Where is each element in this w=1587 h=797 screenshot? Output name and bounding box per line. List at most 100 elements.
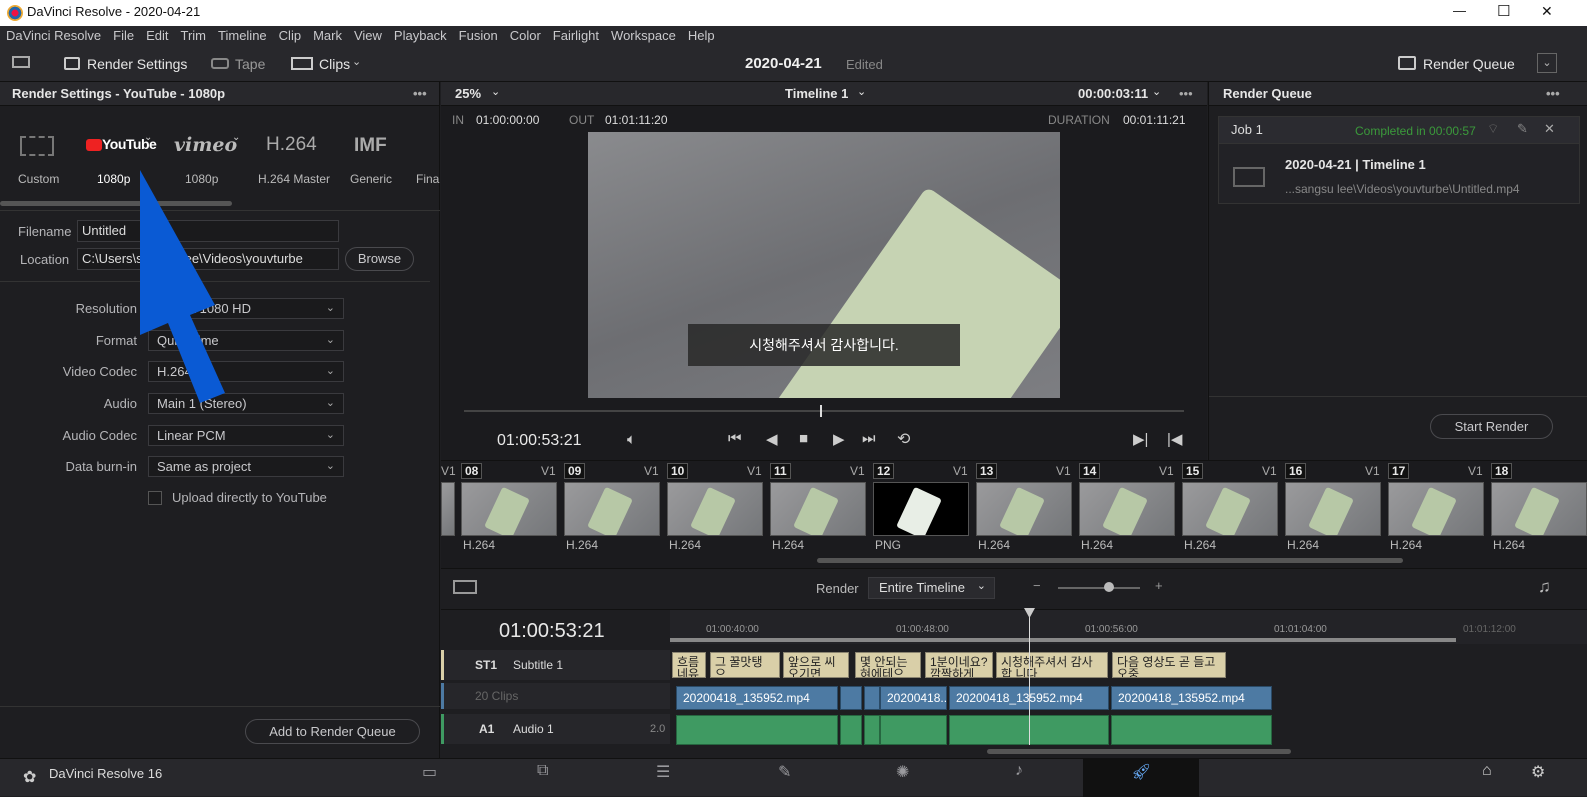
thumbnail-image <box>1514 486 1560 535</box>
clip-thumbnail[interactable] <box>1491 482 1587 536</box>
clip-codec: H.264 <box>566 538 599 552</box>
video-clip[interactable]: 20200418_135952.mp4 <box>676 686 838 710</box>
chevron-down-icon[interactable]: ⌄ <box>144 132 152 143</box>
clip-thumbnail[interactable] <box>461 482 557 536</box>
clip-thumbnail[interactable] <box>667 482 763 536</box>
more-options-icon[interactable]: ••• <box>413 82 427 106</box>
chevron-down-icon: ⌄ <box>325 302 335 314</box>
audio-clip[interactable] <box>840 715 862 745</box>
clip-thumbnail[interactable] <box>1079 482 1175 536</box>
subtitle-clip[interactable]: 흐름 네유기 <box>672 652 706 678</box>
menu-timeline[interactable]: Timeline <box>212 26 273 46</box>
clip-number: 12 <box>873 463 895 479</box>
monitor-icon[interactable] <box>12 56 30 68</box>
clip-thumbnail[interactable] <box>1285 482 1381 536</box>
page-bar: ✿ DaVinci Resolve 16 <box>0 758 1587 797</box>
track-label: V1 <box>644 464 659 478</box>
clip-codec: H.264 <box>463 538 496 552</box>
data-burn-in-dropdown[interactable]: Same as project ⌄ <box>148 456 344 477</box>
menu-view[interactable]: View <box>348 26 388 46</box>
timeline-playhead[interactable] <box>1029 611 1030 745</box>
menu-clip[interactable]: Clip <box>273 26 307 46</box>
subtitle-clip[interactable]: 다음 영상도 곧 들고 오중 <box>1112 652 1226 678</box>
render-range-dropdown[interactable]: Entire Timeline ⌄ <box>868 577 995 599</box>
audio-clip[interactable] <box>676 715 838 745</box>
add-to-render-queue-button[interactable]: Add to Render Queue <box>245 719 420 744</box>
edit-page-icon[interactable]: ☰ <box>656 762 670 782</box>
upload-checkbox[interactable] <box>148 491 162 505</box>
clip-codec: H.264 <box>1184 538 1217 552</box>
track-label: V1 <box>541 464 556 478</box>
audio-codec-dropdown[interactable]: Linear PCM ⌄ <box>148 425 344 446</box>
timeline-scrollbar[interactable] <box>987 749 1291 754</box>
track-label: V1 <box>1056 464 1071 478</box>
audio-clip[interactable] <box>864 715 880 745</box>
clip-codec: H.264 <box>772 538 805 552</box>
video-clip[interactable] <box>864 686 880 710</box>
audio-clip[interactable] <box>1111 715 1272 745</box>
chevron-down-icon[interactable]: ⌄ <box>352 55 361 68</box>
location-label: Location <box>20 252 70 267</box>
gear-icon[interactable]: ⚙ <box>1531 762 1545 782</box>
menu-edit[interactable]: Edit <box>140 26 174 46</box>
menu-mark[interactable]: Mark <box>307 26 348 46</box>
clip-thumbnail[interactable] <box>1388 482 1484 536</box>
track-label: V1 <box>441 464 456 478</box>
subtitle-clip[interactable]: 1분이네요? 깜짝하게 <box>925 652 993 678</box>
menu-file[interactable]: File <box>107 26 140 46</box>
track-label: V1 <box>953 464 968 478</box>
timeline-ruler[interactable]: 01:00:40:00 01:00:48:00 01:00:56:00 01:0… <box>670 610 1587 644</box>
tape-button[interactable]: Tape <box>235 56 265 72</box>
clip-number: 08 <box>461 463 483 479</box>
zoom-slider[interactable] <box>1058 587 1140 589</box>
render-settings-header: Render Settings - YouTube - 1080p ••• <box>0 82 439 106</box>
track-header-st1[interactable]: ST1 Subtitle 1 <box>441 650 670 680</box>
deliver-page-icon[interactable]: 🚀︎ <box>1131 762 1151 782</box>
zoom-slider-knob[interactable] <box>1104 582 1114 592</box>
menu-davinci[interactable]: DaVinci Resolve <box>0 26 107 46</box>
track-header-v1[interactable]: 20 Clips <box>441 683 670 709</box>
subtitle-clip[interactable]: 앞으로 씨 오기면 <box>783 652 849 678</box>
zoom-out-icon[interactable]: − <box>1033 578 1041 593</box>
track-label: V1 <box>1468 464 1483 478</box>
zoom-in-icon[interactable]: + <box>1155 578 1163 593</box>
clip-thumbnail[interactable] <box>873 482 969 536</box>
preset-custom[interactable]: Custom <box>18 130 59 188</box>
preset-h264[interactable]: H.264 H.264 Master <box>255 130 335 188</box>
home-icon[interactable]: ⌂ <box>1482 762 1492 780</box>
fairlight-page-icon[interactable]: ♪ <box>1015 762 1023 780</box>
browse-button[interactable]: Browse <box>345 247 414 271</box>
subtitle-clip[interactable]: 시청해주셔서 감사합 니다 <box>996 652 1108 678</box>
render-label: Render <box>816 581 859 596</box>
dropdown-value: Entire Timeline <box>879 580 965 595</box>
clip-thumbnail[interactable] <box>441 482 455 536</box>
clip-thumbnail[interactable] <box>1182 482 1278 536</box>
chevron-down-icon[interactable]: ⌄ <box>232 132 240 143</box>
video-clip[interactable] <box>840 686 862 710</box>
data-burn-in-label: Data burn-in <box>65 459 137 474</box>
clip-thumbnail[interactable] <box>976 482 1072 536</box>
media-page-icon[interactable]: ▭ <box>422 762 437 782</box>
track-header-a1[interactable]: A1 Audio 1 2.0 <box>441 714 670 744</box>
fusion-page-icon[interactable]: ✎ <box>778 762 791 782</box>
subtitle-clip[interactable]: 몇 안되는 혀에테으 <box>855 652 921 678</box>
audio-clip[interactable] <box>880 715 947 745</box>
clips-button[interactable]: Clips <box>319 56 350 72</box>
app-name: DaVinci Resolve 16 <box>49 766 163 781</box>
timeline-view-icon[interactable] <box>453 580 477 594</box>
clip-thumbnail[interactable] <box>770 482 866 536</box>
preset-final[interactable]: Final <box>416 130 440 188</box>
menu-trim[interactable]: Trim <box>175 26 213 46</box>
subtitle-clip[interactable]: 그 꿀맛탱 으 <box>710 652 780 678</box>
music-note-icon[interactable]: ♫ <box>1538 577 1551 597</box>
cut-page-icon[interactable]: ⧉ <box>537 762 548 780</box>
ruler-mark: 01:01:12:00 <box>1463 624 1516 635</box>
color-page-icon[interactable]: ✺ <box>896 762 909 782</box>
clip-thumbnail[interactable] <box>564 482 660 536</box>
render-settings-button[interactable]: Render Settings <box>87 56 187 72</box>
video-clip[interactable]: 20200418_135952.mp4 <box>1111 686 1272 710</box>
filename-label: Filename <box>18 224 72 239</box>
youtube-icon <box>86 139 102 151</box>
video-clip[interactable]: 20200418... <box>880 686 947 710</box>
preset-imf[interactable]: IMF Generic <box>350 130 400 188</box>
